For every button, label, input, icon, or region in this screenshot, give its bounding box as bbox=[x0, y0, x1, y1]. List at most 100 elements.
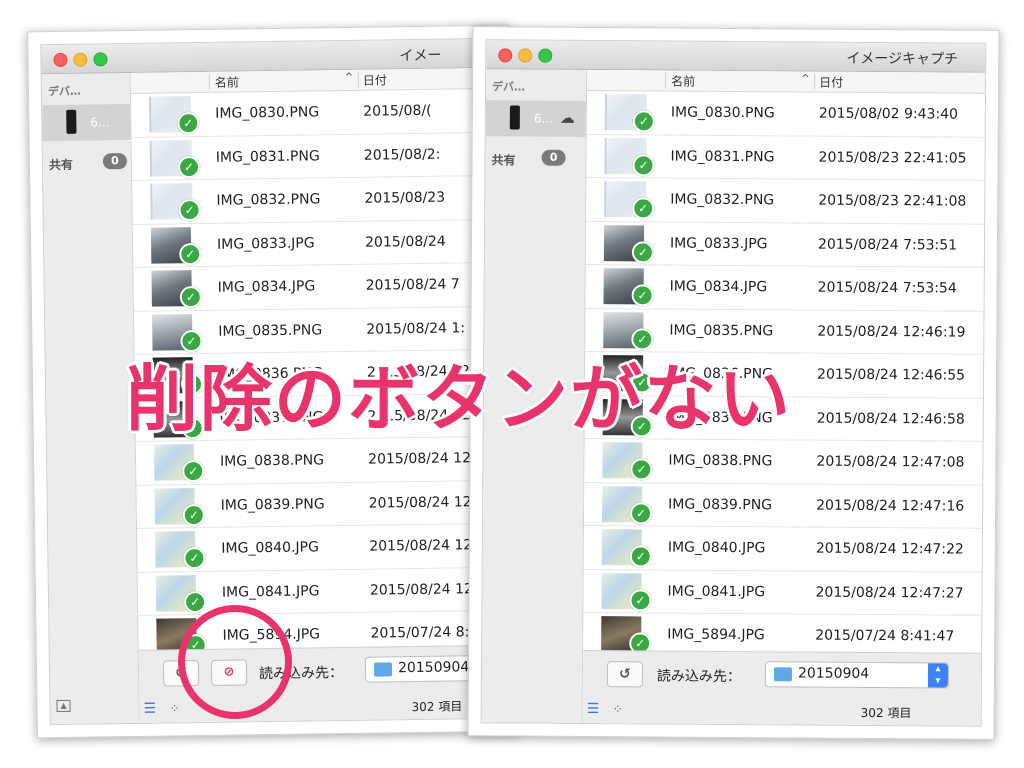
file-date: 2015/08/24 12:47:22 bbox=[815, 540, 964, 558]
destination-value: 20150904 bbox=[397, 659, 470, 677]
column-date[interactable]: 日付 bbox=[819, 74, 843, 91]
file-name: IMG_0841.JPG bbox=[667, 583, 766, 600]
check-icon: ✓ bbox=[182, 503, 206, 526]
sort-ascending-icon: ^ bbox=[344, 71, 354, 83]
table-row[interactable]: ✓ IMG_0830.PNG 2015/08/( bbox=[130, 88, 497, 138]
cloud-icon[interactable]: ☁ bbox=[560, 109, 575, 127]
minimize-icon[interactable] bbox=[73, 52, 88, 67]
title-bar: イメージキャプチ bbox=[486, 40, 986, 73]
file-name: IMG_0832.PNG bbox=[670, 191, 775, 209]
eject-icon[interactable]: ▲ bbox=[56, 699, 71, 713]
close-icon[interactable] bbox=[498, 48, 513, 63]
check-icon: ✓ bbox=[631, 240, 654, 263]
sidebar-item-device[interactable]: 6... bbox=[42, 103, 131, 142]
file-date: 2015/08/2: bbox=[363, 146, 441, 164]
file-name: IMG_0833.JPG bbox=[669, 235, 768, 252]
sort-ascending-icon: ^ bbox=[801, 73, 810, 85]
file-name: IMG_0830.PNG bbox=[670, 104, 775, 122]
file-name: IMG_0840.JPG bbox=[667, 539, 766, 557]
column-name[interactable]: 名前 bbox=[215, 73, 239, 90]
table-row[interactable]: ✓ IMG_0833.JPG 2015/08/24 7:53:51 bbox=[585, 221, 985, 268]
column-divider bbox=[665, 72, 667, 89]
iphone-icon bbox=[509, 105, 520, 130]
column-date[interactable]: 日付 bbox=[363, 71, 387, 88]
sidebar-item-device[interactable]: 6... ☁ bbox=[485, 100, 586, 137]
file-date: 2015/08/24 12:47:16 bbox=[816, 497, 965, 515]
column-divider bbox=[357, 71, 359, 88]
column-divider bbox=[208, 73, 210, 90]
check-icon: ✓ bbox=[179, 285, 202, 309]
close-icon[interactable] bbox=[53, 52, 68, 68]
file-date: 2015/08/23 bbox=[364, 189, 446, 207]
check-icon: ✓ bbox=[632, 110, 655, 133]
table-row[interactable]: ✓ IMG_0830.PNG 2015/08/02 9:43:40 bbox=[586, 90, 986, 138]
table-row[interactable]: ✓ IMG_0831.PNG 2015/08/2: bbox=[131, 132, 498, 181]
file-date: 2015/08/24 7:53:51 bbox=[817, 236, 958, 254]
window-title: イメー bbox=[399, 47, 442, 65]
table-row[interactable]: ✓ IMG_0840.JPG 2015/08/24 12:47:22 bbox=[583, 525, 982, 573]
zoom-icon[interactable] bbox=[538, 48, 553, 63]
item-count: 302 項目 bbox=[411, 699, 463, 715]
destination-select[interactable]: 20150904 ▴ ▾ bbox=[764, 661, 950, 689]
table-row[interactable]: ✓ IMG_0834.JPG 2015/08/24 7:53:54 bbox=[585, 264, 984, 312]
table-row[interactable]: ✓ IMG_0839.PNG 2015/08/24 12:47 bbox=[136, 480, 503, 529]
file-name: IMG_0834.JPG bbox=[669, 278, 768, 296]
file-date: 2015/08/24 7 bbox=[365, 276, 460, 294]
device-name: 6... bbox=[533, 111, 553, 126]
shared-header: 共有 bbox=[48, 157, 74, 173]
file-name: IMG_0839.PNG bbox=[220, 495, 325, 514]
check-icon: ✓ bbox=[632, 197, 655, 220]
import-toolbar: ↺ 読み込み先： 20150904 ▴ ▾ bbox=[582, 649, 982, 698]
list-view-icon[interactable]: ☰ bbox=[587, 701, 603, 717]
file-name: IMG_0841.JPG bbox=[221, 582, 320, 601]
check-icon: ✓ bbox=[177, 155, 201, 178]
table-row[interactable]: ✓ IMG_0838.PNG 2015/08/24 12:47:08 bbox=[584, 438, 983, 486]
check-icon: ✓ bbox=[630, 458, 653, 481]
file-name: IMG_0835.PNG bbox=[218, 321, 323, 340]
check-icon: ✓ bbox=[632, 153, 655, 176]
file-date: 2015/07/24 8:41:47 bbox=[815, 627, 955, 645]
grid-view-icon[interactable]: ⁘ bbox=[169, 701, 183, 715]
table-row[interactable]: ✓ IMG_0832.PNG 2015/08/23 22:41:08 bbox=[586, 177, 985, 225]
table-row[interactable]: ✓ IMG_0841.JPG 2015/08/24 12:47:2 bbox=[137, 567, 506, 616]
check-icon: ✓ bbox=[629, 588, 652, 611]
file-date: 2015/08/24 12:4 bbox=[367, 450, 485, 468]
file-name: IMG_0831.PNG bbox=[215, 147, 320, 166]
file-name: IMG_0840.JPG bbox=[221, 539, 319, 557]
rotate-button[interactable]: ↺ bbox=[606, 661, 644, 688]
file-date: 2015/08/24 bbox=[364, 233, 446, 251]
folder-icon bbox=[373, 662, 393, 677]
table-row[interactable]: ✓ IMG_0839.PNG 2015/08/24 12:47:16 bbox=[583, 482, 983, 529]
table-row[interactable]: ✓ IMG_0840.JPG 2015/08/24 12:47. bbox=[137, 523, 503, 573]
table-row[interactable]: ✓ IMG_0834.JPG 2015/08/24 7 bbox=[133, 262, 499, 312]
highlight-circle bbox=[178, 605, 292, 719]
list-view-icon[interactable]: ☰ bbox=[143, 701, 159, 717]
file-date: 2015/08/24 12:46:19 bbox=[817, 323, 966, 341]
file-name: IMG_0839.PNG bbox=[668, 496, 773, 513]
file-date: 2015/08/02 9:43:40 bbox=[818, 105, 959, 123]
file-date: 2015/08/23 22:41:08 bbox=[818, 192, 967, 210]
file-name: IMG_5894.JPG bbox=[667, 626, 765, 644]
file-date: 2015/08/23 22:41:05 bbox=[818, 149, 967, 167]
import-to-label: 読み込み先： bbox=[656, 668, 742, 686]
grid-view-icon[interactable]: ⁘ bbox=[613, 702, 627, 716]
table-row[interactable]: ✓ IMG_0841.JPG 2015/08/24 12:47:27 bbox=[583, 569, 982, 616]
table-row[interactable]: ✓ IMG_0832.PNG 2015/08/23 bbox=[132, 175, 498, 225]
window-title: イメージキャプチ bbox=[846, 50, 959, 68]
check-icon: ✓ bbox=[177, 112, 200, 135]
table-row[interactable]: ✓ IMG_0833.JPG 2015/08/24 bbox=[132, 219, 499, 268]
check-icon: ✓ bbox=[630, 501, 653, 524]
chevron-up-down-icon: ▴ ▾ bbox=[927, 663, 949, 688]
column-name[interactable]: 名前 bbox=[671, 73, 695, 90]
check-icon: ✓ bbox=[631, 284, 654, 307]
devices-header: デバ… bbox=[47, 84, 82, 99]
minimize-icon[interactable] bbox=[518, 48, 533, 63]
file-date: 2015/08/24 12:47:08 bbox=[816, 453, 965, 471]
file-name: IMG_0835.PNG bbox=[669, 322, 774, 339]
file-date: 2015/08/24 7:53:54 bbox=[817, 279, 957, 297]
check-icon: ✓ bbox=[179, 242, 202, 265]
shared-header: 共有 bbox=[491, 153, 516, 168]
table-row[interactable]: ✓ IMG_0831.PNG 2015/08/23 22:41:05 bbox=[586, 134, 985, 181]
destination-value: 20150904 bbox=[797, 665, 870, 682]
zoom-icon[interactable] bbox=[93, 52, 108, 67]
